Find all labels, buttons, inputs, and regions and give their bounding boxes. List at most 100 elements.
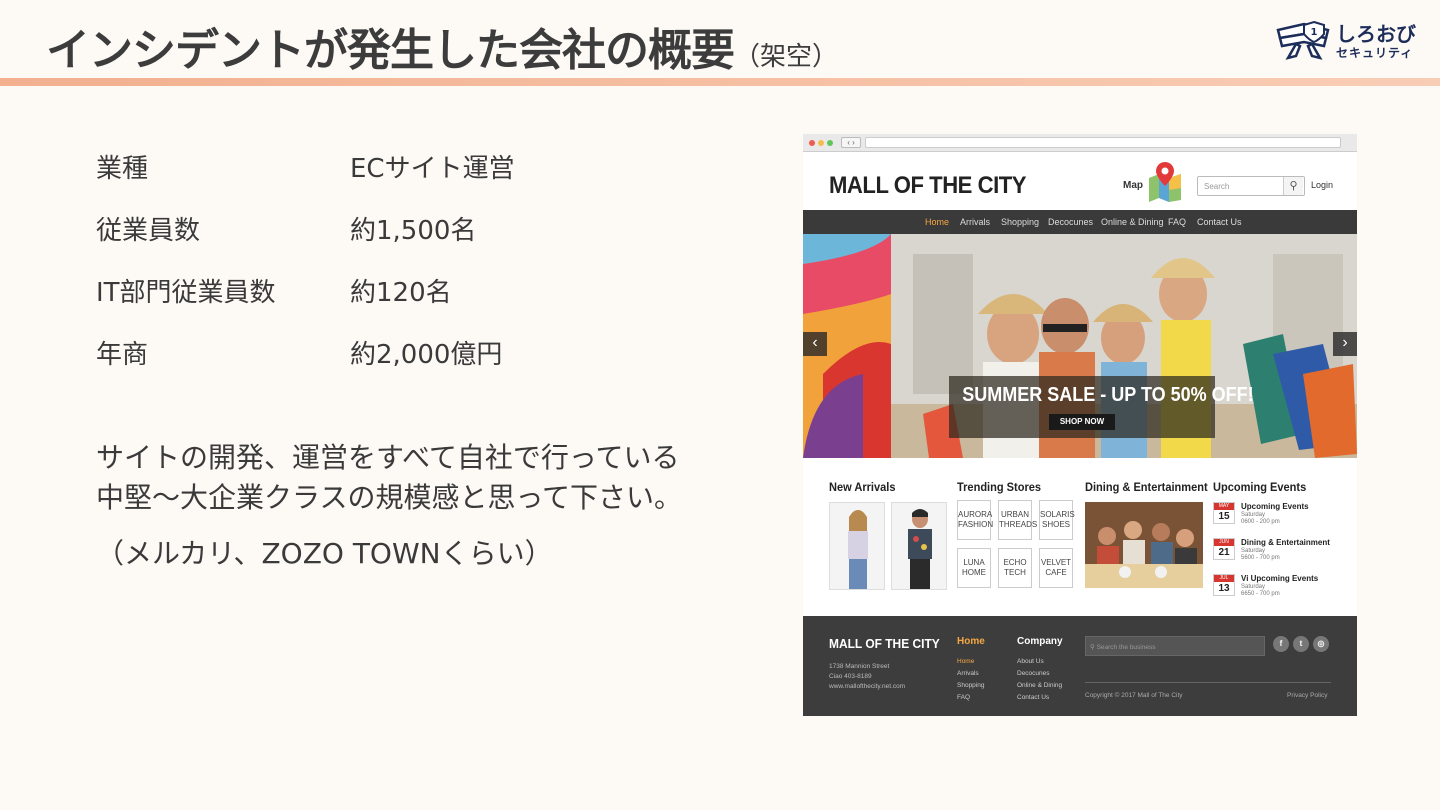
section-title-trending: Trending Stores <box>957 480 1042 494</box>
store-name: AURORA <box>958 510 993 519</box>
store-card[interactable]: AURORA FASHION <box>957 500 993 540</box>
product-thumbnail[interactable] <box>891 502 947 590</box>
info-label: 従業員数 <box>96 216 201 246</box>
minimize-dot-icon <box>818 140 824 146</box>
nav-item-arrivals[interactable]: Arrivals <box>960 217 990 227</box>
browser-bar: ‹ › <box>803 134 1357 152</box>
event-time: 5600 - 700 pm <box>1241 555 1280 561</box>
footer-col-company-title[interactable]: Company <box>1017 636 1063 647</box>
footer-copyright: Copyright © 2017 Mall of The City <box>1085 692 1183 699</box>
hero-next-arrow-icon[interactable]: › <box>1333 332 1357 356</box>
maximize-dot-icon <box>827 140 833 146</box>
dining-scene-image <box>1085 502 1203 588</box>
store-card[interactable]: SOLARIS SHOES <box>1039 500 1075 540</box>
close-dot-icon <box>809 140 815 146</box>
search-icon[interactable]: ⚲ <box>1283 177 1303 195</box>
slide-title: インシデントが発生した会社の概要（架空） <box>46 14 838 78</box>
calendar-icon: JUN 21 <box>1213 538 1235 560</box>
company-logo: 1 しろおび セキュリティ <box>1274 20 1430 64</box>
footer-col-home-links: Home Arrivals Shopping FAQ <box>957 656 984 704</box>
map-link[interactable]: Map <box>1123 180 1143 191</box>
store-name: HOME <box>962 568 986 577</box>
browser-nav-arrows[interactable]: ‹ › <box>841 137 861 148</box>
product-thumbnail[interactable] <box>829 502 885 590</box>
instagram-icon[interactable]: ◎ <box>1313 636 1329 652</box>
footer-divider <box>1085 682 1331 683</box>
footer-link[interactable]: Decocunes <box>1017 670 1050 677</box>
event-month: JUN <box>1214 539 1234 546</box>
sale-headline: SUMMER SALE - UP TO 50% OFF! <box>962 384 1254 406</box>
slide-title-main: インシデントが発生した会社の概要 <box>46 25 735 76</box>
event-time: 0600 - 200 pm <box>1241 519 1280 525</box>
store-name: TECH <box>1004 568 1026 577</box>
event-time: 6650 - 700 pm <box>1241 591 1280 597</box>
dining-photo[interactable] <box>1085 502 1203 588</box>
footer-address: 1738 Mannion Street Ciao 403-8189 www.ma… <box>829 662 905 692</box>
footer-link[interactable]: Online & Dining <box>1017 682 1062 689</box>
store-name: URBAN <box>1000 510 1029 519</box>
facebook-icon[interactable]: f <box>1273 636 1289 652</box>
store-card[interactable]: ECHO TECH <box>998 548 1032 588</box>
nav-item-home[interactable]: Home <box>925 217 949 227</box>
nav-item-shopping[interactable]: Shopping <box>1001 217 1039 227</box>
event-day: 13 <box>1218 583 1230 594</box>
footer-link[interactable]: About Us <box>1017 658 1044 665</box>
shop-now-button[interactable]: SHOP NOW <box>1049 414 1115 430</box>
site-logo[interactable]: MALL OF THE CITY <box>829 172 1027 200</box>
footer-link[interactable]: FAQ <box>957 694 970 701</box>
event-details: Saturday 5600 - 700 pm <box>1241 548 1280 562</box>
store-card[interactable]: VELVET CAFE <box>1039 548 1073 588</box>
nav-item-contact[interactable]: Contact Us <box>1197 217 1242 227</box>
nav-item-online-dining[interactable]: Online & Dining <box>1101 217 1164 227</box>
footer-logo[interactable]: MALL OF THE CITY <box>829 636 940 651</box>
footer-col-home-title[interactable]: Home <box>957 636 985 647</box>
belt-icon: 1 <box>1276 20 1330 60</box>
address-line: 1738 Mannion Street <box>829 663 890 670</box>
address-line: www.mallofthecity.net.com <box>829 683 906 690</box>
section-title-events: Upcoming Events <box>1213 480 1307 494</box>
event-day: 21 <box>1218 547 1230 558</box>
info-label: IT部門従業員数 <box>96 278 276 308</box>
store-card[interactable]: LUNA HOME <box>957 548 991 588</box>
footer-search-input[interactable]: ⚲ Search the business <box>1085 636 1265 656</box>
event-month: MAY <box>1214 503 1234 510</box>
site-footer: MALL OF THE CITY 1738 Mannion Street Cia… <box>803 616 1357 716</box>
info-label: 業種 <box>96 154 149 184</box>
hero-prev-arrow-icon[interactable]: ‹ <box>803 332 827 356</box>
info-value: 約1,500名 <box>350 216 477 246</box>
description-line-1: サイトの開発、運営をすべて自社で行っている <box>96 441 680 474</box>
info-label: 年商 <box>96 340 149 370</box>
twitter-icon[interactable]: t <box>1293 636 1309 652</box>
event-day-label: Saturday <box>1241 548 1266 554</box>
store-name: SHOES <box>1041 520 1070 529</box>
event-day-label: Saturday <box>1241 512 1266 518</box>
footer-link[interactable]: Contact Us <box>1017 694 1049 701</box>
description-note: （メルカリ、ZOZO TOWNくらい） <box>96 537 553 570</box>
footer-legal-links[interactable]: Privacy Policy <box>1287 692 1327 699</box>
info-value: 約2,000億円 <box>350 340 503 370</box>
footer-link[interactable]: Shopping <box>957 682 984 689</box>
event-day: 15 <box>1218 511 1230 522</box>
site-nav: Home Arrivals Shopping Decocunes Online … <box>803 210 1357 234</box>
nav-item-faq[interactable]: FAQ <box>1168 217 1186 227</box>
event-details: Saturday 0600 - 200 pm <box>1241 512 1280 526</box>
footer-search-placeholder: Search the business <box>1096 644 1156 651</box>
website-mockup: ‹ › MALL OF THE CITY Map Search ⚲ Login … <box>803 134 1357 716</box>
map-pin-icon[interactable] <box>1147 160 1183 202</box>
store-card[interactable]: URBAN THREADS <box>998 500 1037 540</box>
event-title: Dining & Entertainment <box>1241 538 1330 547</box>
footer-link[interactable]: Home <box>957 658 974 665</box>
footer-col-company-links: About Us Decocunes Online & Dining Conta… <box>1017 656 1062 704</box>
section-title-dining: Dining & Entertainment <box>1085 480 1208 494</box>
footer-link[interactable]: Arrivals <box>957 670 979 677</box>
login-link[interactable]: Login <box>1311 180 1333 190</box>
logo-badge-number: 1 <box>1311 27 1318 38</box>
calendar-icon: JUL 13 <box>1213 574 1235 596</box>
nav-item-decocunes[interactable]: Decocunes <box>1048 217 1093 227</box>
event-day-label: Saturday <box>1241 584 1266 590</box>
hero-banner[interactable]: ‹ › SUMMER SALE - UP TO 50% OFF! SHOP NO… <box>803 234 1357 458</box>
title-underline <box>0 78 1440 86</box>
address-bar[interactable] <box>865 137 1341 148</box>
store-name: SOLARIS <box>1040 510 1075 519</box>
event-title: Vi Upcoming Events <box>1241 574 1319 583</box>
